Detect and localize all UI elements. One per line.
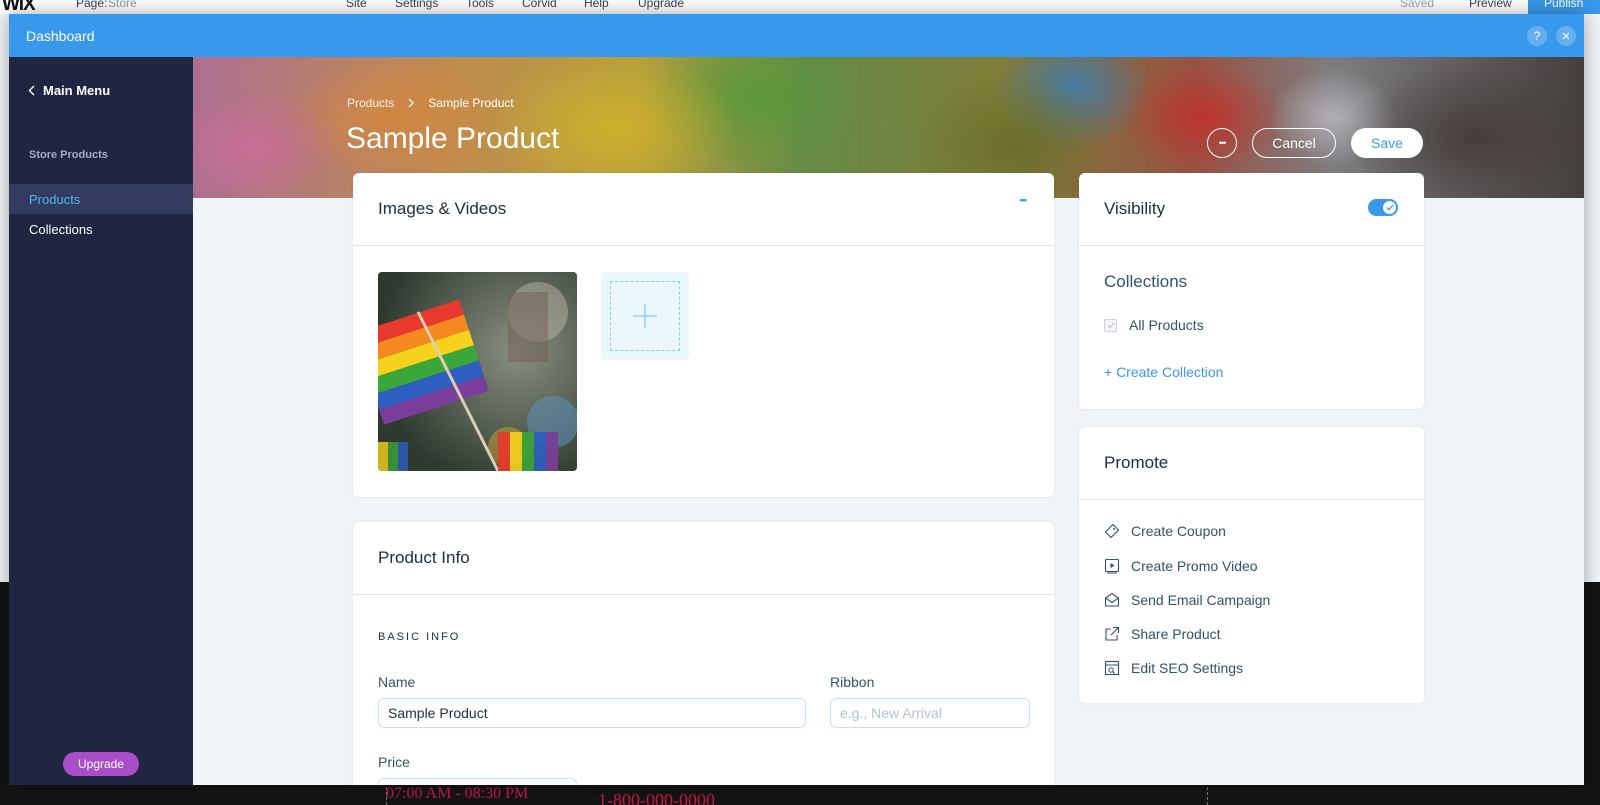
cancel-button[interactable]: Cancel bbox=[1252, 128, 1336, 158]
add-media-dropzone bbox=[610, 281, 680, 351]
breadcrumb-current: Sample Product bbox=[428, 96, 514, 110]
visibility-toggle[interactable] bbox=[1368, 199, 1398, 216]
price-input[interactable] bbox=[378, 778, 577, 785]
card-header: Visibility bbox=[1079, 173, 1424, 246]
add-media-button[interactable] bbox=[601, 272, 689, 360]
preview-button[interactable]: Preview bbox=[1469, 0, 1512, 10]
promo-item-label: Edit SEO Settings bbox=[1131, 660, 1244, 676]
close-button[interactable]: ✕ bbox=[1556, 26, 1576, 46]
promote-card: Promote Create Coupon Create Promo Video… bbox=[1079, 427, 1424, 703]
menu-tools[interactable]: Tools bbox=[466, 0, 494, 10]
basic-info-label: BASIC INFO bbox=[378, 631, 461, 643]
more-icon: ••• bbox=[1218, 138, 1227, 148]
promo-item-label: Send Email Campaign bbox=[1131, 592, 1271, 608]
sidebar-item-label: Products bbox=[29, 191, 81, 207]
chevron-left-icon bbox=[28, 85, 35, 96]
chevron-right-icon bbox=[408, 98, 415, 108]
menu-upgrade[interactable]: Upgrade bbox=[638, 0, 684, 10]
coupon-icon bbox=[1104, 523, 1120, 539]
create-promo-video-link[interactable]: Create Promo Video bbox=[1104, 558, 1258, 574]
product-info-card: Product Info BASIC INFO Name Ribbon Pric… bbox=[353, 522, 1054, 785]
breadcrumb-products[interactable]: Products bbox=[347, 96, 394, 110]
modal-header: Dashboard ? ✕ bbox=[9, 14, 1584, 57]
modal-title: Dashboard bbox=[26, 28, 95, 44]
send-email-campaign-link[interactable]: Send Email Campaign bbox=[1104, 592, 1270, 608]
main-menu-link[interactable]: Main Menu bbox=[28, 83, 110, 98]
share-product-link[interactable]: Share Product bbox=[1104, 626, 1221, 642]
all-products-checkbox[interactable] bbox=[1104, 318, 1117, 332]
share-icon bbox=[1105, 626, 1120, 641]
wix-logo: WiX bbox=[2, 0, 36, 14]
collection-item: All Products bbox=[1104, 317, 1204, 333]
card-title: Product Info bbox=[378, 548, 470, 567]
promo-item-label: Create Coupon bbox=[1131, 523, 1226, 539]
edit-seo-settings-link[interactable]: Edit SEO Settings bbox=[1104, 660, 1243, 676]
save-button[interactable]: Save bbox=[1351, 128, 1423, 158]
promo-item-label: Share Product bbox=[1131, 626, 1221, 642]
sidebar-section-title: Store Products bbox=[29, 149, 108, 161]
close-icon: ✕ bbox=[1561, 30, 1571, 43]
check-icon bbox=[1107, 322, 1114, 328]
collections-title: Collections bbox=[1104, 272, 1188, 291]
menu-help[interactable]: Help bbox=[584, 0, 609, 10]
ribbon-label: Ribbon bbox=[830, 674, 875, 690]
email-icon bbox=[1104, 592, 1120, 607]
ribbon-input[interactable] bbox=[830, 698, 1030, 728]
sidebar-item-collections[interactable]: Collections bbox=[9, 214, 193, 244]
visibility-card: Visibility Collections All Products + Cr… bbox=[1079, 173, 1424, 409]
card-title: Promote bbox=[1104, 453, 1169, 472]
upgrade-button[interactable]: Upgrade bbox=[63, 752, 139, 776]
video-icon bbox=[1104, 558, 1120, 574]
menu-site[interactable]: Site bbox=[346, 0, 367, 10]
name-label: Name bbox=[378, 674, 416, 690]
breadcrumb: Products Sample Product bbox=[347, 96, 514, 110]
saved-status: Saved bbox=[1400, 0, 1435, 10]
promo-item-label: Create Promo Video bbox=[1131, 558, 1258, 574]
sidebar-item-label: Collections bbox=[29, 221, 93, 237]
price-label: Price bbox=[378, 754, 410, 770]
main-menu-label: Main Menu bbox=[43, 83, 111, 98]
create-coupon-link[interactable]: Create Coupon bbox=[1104, 523, 1226, 539]
more-actions-button[interactable]: ••• bbox=[1207, 128, 1237, 158]
product-image-thumbnail[interactable] bbox=[378, 272, 577, 471]
media-more-icon[interactable]: ••• bbox=[1020, 195, 1028, 205]
menu-settings[interactable]: Settings bbox=[395, 0, 438, 10]
collection-item-label: All Products bbox=[1129, 317, 1204, 333]
page-title: Sample Product bbox=[346, 122, 560, 155]
create-collection-link[interactable]: + Create Collection bbox=[1104, 364, 1223, 380]
page-label: Page: bbox=[76, 0, 108, 10]
card-header: Images & Videos ••• bbox=[353, 173, 1054, 246]
card-header: Promote bbox=[1079, 427, 1424, 500]
sidebar-item-products[interactable]: Products bbox=[9, 184, 193, 214]
site-phone-text: 1-800-000-0000 bbox=[598, 790, 715, 805]
seo-icon bbox=[1104, 660, 1120, 676]
help-icon: ? bbox=[1533, 29, 1541, 43]
dashboard-modal: Dashboard ? ✕ Main Menu Store Products P… bbox=[9, 14, 1584, 785]
check-icon bbox=[1386, 204, 1393, 211]
card-title: Images & Videos bbox=[378, 199, 507, 218]
card-header: Product Info bbox=[353, 522, 1054, 595]
toggle-knob bbox=[1383, 201, 1396, 214]
editor-top-bar: WiX Page: Store Site Settings Tools Corv… bbox=[0, 0, 1600, 14]
publish-button[interactable]: Publish bbox=[1528, 0, 1600, 14]
plus-icon bbox=[633, 304, 657, 328]
site-hours-text: 07:00 AM - 08:30 PM bbox=[386, 785, 529, 802]
page-selector[interactable]: Store bbox=[108, 0, 137, 10]
card-title: Visibility bbox=[1104, 199, 1166, 218]
images-videos-card: Images & Videos ••• bbox=[353, 173, 1054, 497]
rainbow-flag-image bbox=[378, 272, 577, 471]
name-input[interactable] bbox=[378, 698, 806, 728]
menu-corvid[interactable]: Corvid bbox=[522, 0, 557, 10]
sidebar: Main Menu Store Products Products Collec… bbox=[9, 57, 193, 785]
help-button[interactable]: ? bbox=[1527, 26, 1547, 46]
